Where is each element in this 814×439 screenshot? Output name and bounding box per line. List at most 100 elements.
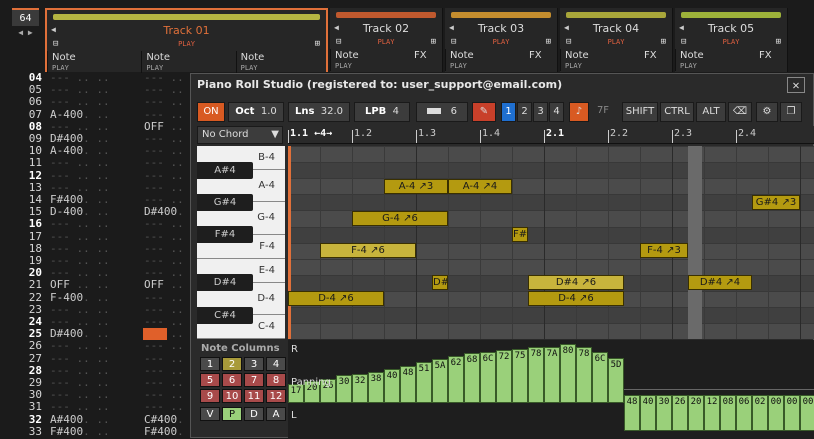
note-block[interactable]: D#4 ↗4 — [688, 275, 752, 291]
mute-button[interactable]: ♪ — [569, 102, 589, 122]
empty-cell[interactable]: --- .. .. — [50, 255, 110, 267]
note-block[interactable]: D#4 ↗6 — [528, 275, 624, 291]
velocity-bar[interactable]: 6C — [480, 351, 496, 403]
note-column-header[interactable]: Note PLAY FX — [675, 49, 788, 71]
velocity-bar[interactable]: 30 — [336, 374, 352, 403]
velocity-bar[interactable]: 00 — [784, 395, 800, 431]
empty-cell[interactable]: --- .. .. — [50, 340, 110, 352]
pattern-cell[interactable]: D#400 — [144, 206, 178, 219]
velocity-bar[interactable]: 40 — [384, 368, 400, 403]
expand-icon[interactable]: ⊞ — [431, 37, 436, 47]
empty-cell[interactable]: --- .. .. — [50, 377, 110, 389]
empty-cell[interactable]: --- .. .. — [50, 120, 110, 133]
velocity-bar[interactable]: 62 — [448, 355, 464, 403]
collapse-icon[interactable]: ⊟ — [53, 39, 58, 49]
note-column-button[interactable]: 10 — [222, 389, 242, 403]
note-column-header[interactable]: Note PLAY — [235, 51, 330, 73]
empty-cell[interactable]: --- .. .. — [50, 72, 110, 84]
pattern-cell[interactable]: D-400 — [50, 206, 84, 219]
empty-cell[interactable]: --- .. .. — [50, 181, 110, 194]
window-button[interactable]: ❐ — [780, 102, 802, 122]
octave-control[interactable]: Oct 1.0 — [228, 102, 284, 122]
empty-cell[interactable]: --- .. .. — [50, 84, 110, 96]
column-mode-button[interactable]: D — [244, 407, 264, 421]
velocity-bar[interactable]: 38 — [368, 371, 384, 403]
velocity-bar[interactable]: 00 — [800, 395, 814, 431]
note-block[interactable]: D-4 ↗6 — [528, 291, 624, 307]
note-column-button[interactable]: 9 — [200, 389, 220, 403]
pattern-cell[interactable]: C#400 — [144, 413, 178, 426]
velocity-lane[interactable]: R Panning L 17 20 26 30 32 38 40 48 51 5A 62 68 6C 72… — [288, 340, 814, 439]
empty-cell[interactable]: --- .. .. — [50, 401, 110, 413]
empty-cell[interactable]: --- .. .. — [50, 364, 110, 377]
shift-button[interactable]: SHIFT — [622, 102, 658, 122]
empty-cell[interactable]: --- .. .. — [50, 218, 110, 230]
close-button[interactable]: ✕ — [787, 77, 805, 93]
note-column-button[interactable]: 1 — [200, 357, 220, 371]
note-grid[interactable]: A-4 ↗3 A-4 ↗4 G-4 ↗6 G#4 ↗3 F# F-4 ↗6 F-4 ↗3 D#… — [288, 146, 814, 339]
pattern-cell[interactable]: D#400 — [50, 133, 84, 145]
black-key[interactable]: A#4 — [197, 161, 253, 179]
velocity-bar[interactable]: 68 — [464, 353, 480, 403]
note-column-button[interactable]: 3 — [244, 357, 264, 371]
track-header[interactable]: ◀ Track 04 PLAY ⊟ ⊞ Note PLAY FX — [560, 8, 673, 72]
note-block[interactable]: F# — [512, 227, 528, 242]
velocity-bar[interactable]: 00 — [768, 395, 784, 431]
velocity-bar[interactable]: 26 — [672, 395, 688, 431]
velocity-bar[interactable]: 12 — [704, 395, 720, 431]
pattern-cell[interactable]: OFF — [144, 120, 164, 133]
track-header[interactable]: ◀ Track 03 PLAY ⊟ ⊞ Note PLAY FX — [445, 8, 558, 72]
empty-cell[interactable]: --- .. .. — [50, 169, 110, 182]
empty-cell[interactable]: --- .. .. — [50, 242, 110, 255]
black-key[interactable]: G#4 — [197, 193, 253, 211]
black-key[interactable]: F#4 — [197, 226, 253, 243]
note-column-button[interactable]: 11 — [244, 389, 264, 403]
pattern-number[interactable]: 64 — [12, 8, 39, 26]
note-block[interactable]: D# — [432, 275, 448, 291]
empty-cell[interactable]: --- .. .. — [50, 96, 110, 108]
note-block[interactable]: A-4 ↗4 — [448, 178, 512, 194]
note-column-header[interactable]: Note PLAY FX — [445, 49, 558, 71]
note-column-button[interactable]: 6 — [222, 373, 242, 387]
column-mode-button[interactable]: V — [200, 407, 220, 421]
on-button[interactable]: ON — [197, 102, 225, 122]
pattern-cell[interactable]: A-400 — [50, 108, 84, 121]
note-block[interactable]: F-4 ↗6 — [320, 243, 416, 259]
pattern-cell[interactable]: F-400 — [50, 291, 84, 304]
note-block[interactable]: D-4 ↗6 — [288, 291, 384, 307]
cursor-cell[interactable] — [143, 328, 167, 341]
velocity-bar[interactable]: 51 — [416, 362, 432, 403]
velocity-bar[interactable]: 48 — [400, 365, 416, 403]
expand-icon[interactable]: ⊞ — [661, 37, 666, 47]
note-column-button[interactable]: 12 — [266, 389, 286, 403]
collapse-icon[interactable]: ⊟ — [336, 37, 341, 47]
pattern-arrows[interactable]: ◀ ▶ — [12, 27, 39, 39]
timeline-ruler[interactable]: 1.1 ←4→ 1.2 1.3 1.4 2.1 2.2 2.3 2.4 — [288, 126, 814, 144]
volume-control[interactable]: 6 — [416, 102, 468, 122]
empty-cell[interactable]: --- .. .. — [50, 352, 110, 365]
settings-button[interactable]: ⚙ — [756, 102, 778, 122]
octave-number-button[interactable]: 3 — [533, 102, 548, 122]
velocity-bar[interactable]: 78 — [576, 347, 592, 403]
velocity-bar[interactable]: 80 — [560, 344, 576, 403]
chord-selector[interactable]: No Chord ▼ — [197, 126, 283, 144]
empty-cell[interactable]: --- .. .. — [50, 303, 110, 316]
note-column-button[interactable]: 8 — [266, 373, 286, 387]
octave-number-button[interactable]: 4 — [549, 102, 564, 122]
octave-number-button[interactable]: 1 — [501, 102, 516, 122]
column-mode-button[interactable]: P — [222, 407, 242, 421]
note-column-header[interactable]: Note PLAY FX — [560, 49, 673, 71]
velocity-bar[interactable]: 48 — [624, 395, 640, 431]
collapse-icon[interactable]: ⊟ — [681, 37, 686, 47]
empty-cell[interactable]: --- .. .. — [50, 316, 110, 328]
lines-control[interactable]: Lns 32.0 — [288, 102, 350, 122]
note-block[interactable]: F-4 ↗3 — [640, 243, 688, 259]
velocity-bar[interactable]: 30 — [656, 395, 672, 431]
column-mode-button[interactable]: A — [266, 407, 286, 421]
note-block[interactable]: A-4 ↗3 — [384, 178, 448, 194]
empty-cell[interactable]: --- .. .. — [50, 230, 110, 243]
expand-icon[interactable]: ⊞ — [315, 39, 320, 49]
pattern-cell[interactable]: A-400 — [50, 145, 84, 158]
velocity-bar[interactable]: 7A — [544, 346, 560, 403]
collapse-icon[interactable]: ⊟ — [566, 37, 571, 47]
